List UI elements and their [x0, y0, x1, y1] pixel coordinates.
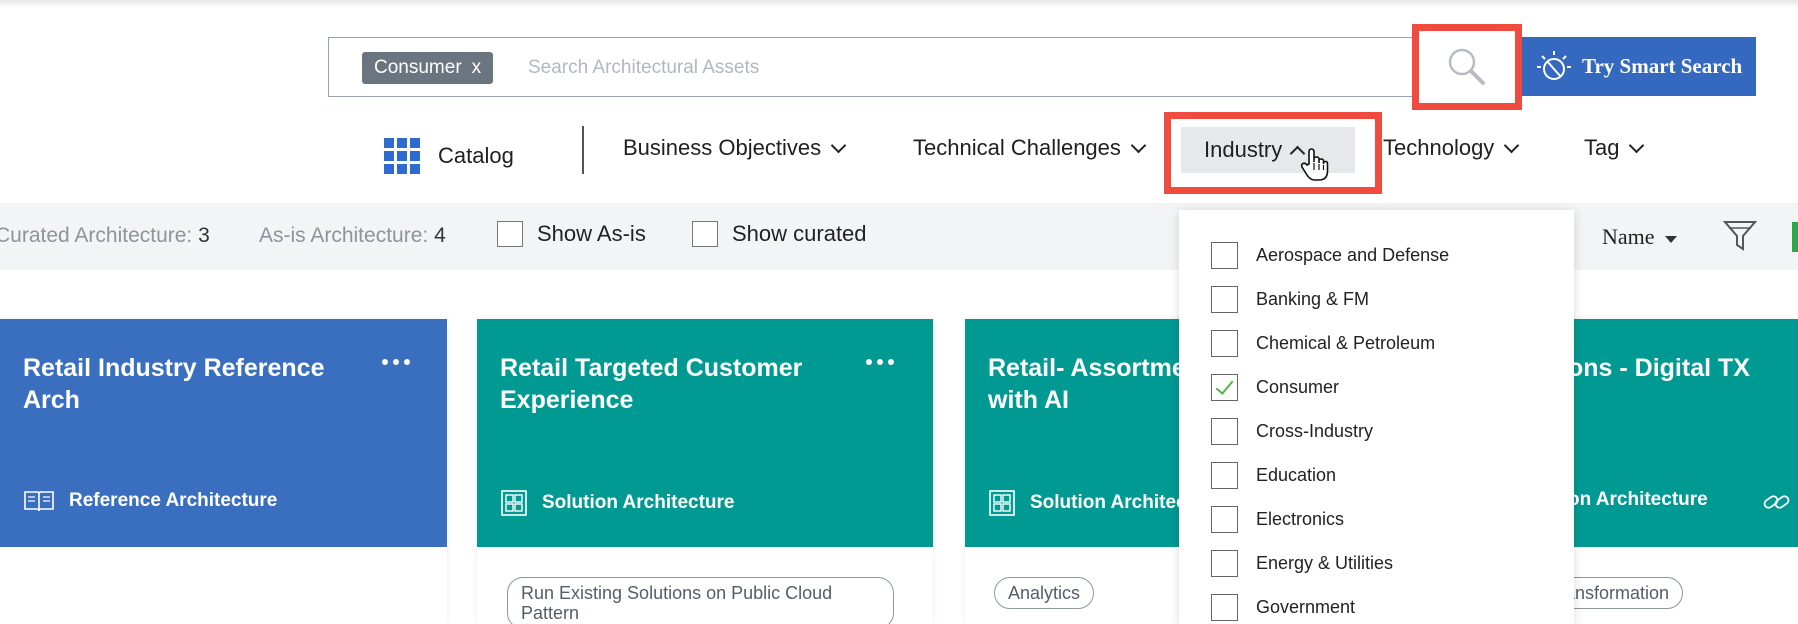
solution-icon	[989, 490, 1015, 516]
option-label: Electronics	[1256, 509, 1345, 529]
option-label: Government	[1256, 597, 1356, 617]
nav-tag[interactable]: Tag	[1584, 133, 1645, 163]
nav-label: Industry	[1204, 137, 1283, 162]
watson-icon	[1537, 50, 1571, 80]
show-curated-label: Show curated	[732, 221, 867, 246]
industry-highlight: Industry	[1164, 112, 1382, 194]
solution-icon	[501, 490, 527, 516]
nav-business-objectives[interactable]: Business Objectives	[623, 133, 847, 163]
nav-label: Technology	[1383, 135, 1495, 160]
card-retail-industry-reference[interactable]: Retail Industry Reference Arch Reference…	[0, 319, 447, 547]
green-indicator	[1792, 222, 1798, 252]
checkbox[interactable]	[1211, 506, 1238, 533]
checkbox[interactable]	[1211, 550, 1238, 577]
curated-count: Curated Architecture: 3	[0, 224, 210, 248]
industry-dropdown: Aerospace and Defense Banking & FM Chemi…	[1179, 210, 1574, 624]
checkbox[interactable]	[1211, 242, 1238, 269]
option-label: Education	[1256, 465, 1337, 485]
industry-option[interactable]: Aerospace and Defense	[1211, 242, 1449, 269]
card-title: Retail- Assortme with AI	[988, 354, 1186, 414]
industry-option[interactable]: Energy & Utilities	[1211, 550, 1393, 577]
chevron-down-icon	[1504, 137, 1520, 153]
sort-dropdown[interactable]: Name	[1602, 224, 1677, 250]
show-asis-checkbox[interactable]: Show As-is	[497, 221, 646, 247]
card-type: on Architecture	[1568, 489, 1708, 511]
nav-label: Technical Challenges	[913, 135, 1121, 160]
show-curated-checkbox[interactable]: Show curated	[692, 221, 867, 247]
nav-label: Business Objectives	[623, 135, 822, 160]
checkbox[interactable]	[1211, 418, 1238, 445]
card-title: ons - Digital TX	[1568, 354, 1750, 382]
checkbox[interactable]	[692, 221, 718, 247]
nav-technical-challenges[interactable]: Technical Challenges	[913, 133, 1147, 163]
industry-option[interactable]: Cross-Industry	[1211, 418, 1373, 445]
catalog-label: Catalog	[438, 143, 514, 168]
checkbox[interactable]	[497, 221, 523, 247]
option-label: Banking & FM	[1256, 289, 1370, 309]
industry-option[interactable]: Government	[1211, 594, 1355, 621]
option-label: Aerospace and Defense	[1256, 245, 1450, 265]
checkbox-checked[interactable]	[1211, 374, 1238, 401]
link-icon[interactable]	[1762, 489, 1792, 515]
smart-search-label: Try Smart Search	[1582, 54, 1743, 78]
filter-chip-consumer[interactable]: Consumer x	[362, 52, 494, 84]
nav-label: Tag	[1584, 135, 1620, 160]
chevron-down-icon	[1629, 137, 1645, 153]
more-options-icon[interactable]	[866, 359, 894, 365]
card-tag[interactable]: Analytics	[994, 577, 1095, 609]
card-type-label: Reference Architecture	[69, 490, 278, 511]
curated-value: 3	[198, 224, 210, 247]
card-tag[interactable]: Run Existing Solutions on Public Cloud P…	[507, 577, 894, 624]
option-label: Consumer	[1256, 377, 1340, 397]
industry-option[interactable]: Electronics	[1211, 506, 1344, 533]
search-button[interactable]	[1412, 24, 1522, 110]
catalog-nav[interactable]: Catalog	[384, 138, 514, 174]
card-title: Retail Industry Reference Arch	[23, 354, 325, 414]
filter-icon[interactable]	[1723, 219, 1757, 253]
caret-down-icon	[1664, 235, 1677, 243]
chip-remove-icon[interactable]: x	[472, 52, 482, 84]
nav-divider	[582, 126, 584, 174]
nav-technology[interactable]: Technology	[1383, 133, 1520, 163]
option-label: Energy & Utilities	[1256, 553, 1394, 573]
grid-icon	[384, 138, 420, 174]
asis-count: As-is Architecture: 4	[259, 224, 446, 248]
show-asis-label: Show As-is	[537, 221, 646, 246]
search-bar: Consumer x	[328, 37, 1500, 97]
checkbox[interactable]	[1211, 286, 1238, 313]
card-title: Retail Targeted Customer Experience	[500, 354, 803, 414]
search-input[interactable]	[528, 52, 1328, 84]
card-type: Solution Architecture	[500, 489, 734, 517]
card-type-label: on Architecture	[1568, 489, 1708, 510]
chevron-down-icon	[1130, 137, 1147, 153]
hand-cursor-icon	[1300, 148, 1329, 181]
chevron-down-icon	[830, 137, 847, 153]
industry-option[interactable]: Education	[1211, 462, 1336, 489]
book-icon	[24, 491, 54, 512]
card-retail-targeted-customer[interactable]: Retail Targeted Customer Experience Solu…	[477, 319, 933, 547]
asis-label: As-is Architecture:	[259, 224, 435, 247]
checkbox[interactable]	[1211, 462, 1238, 489]
option-label: Cross-Industry	[1256, 421, 1374, 441]
try-smart-search-button[interactable]: Try Smart Search	[1522, 37, 1756, 96]
check-icon	[1215, 376, 1234, 395]
industry-option[interactable]: Banking & FM	[1211, 286, 1369, 313]
top-shadow	[0, 0, 1798, 8]
filter-chip-label: Consumer	[374, 57, 462, 78]
checkbox[interactable]	[1211, 330, 1238, 357]
industry-option[interactable]: Chemical & Petroleum	[1211, 330, 1435, 357]
card-type-label: Solution Architecture	[542, 492, 735, 513]
more-options-icon[interactable]	[382, 359, 410, 365]
search-icon	[1448, 48, 1485, 85]
asis-value: 4	[434, 224, 446, 247]
card-type: Reference Architecture	[23, 489, 277, 513]
sort-value: Name	[1602, 224, 1655, 249]
checkbox[interactable]	[1211, 594, 1238, 621]
curated-label: Curated Architecture:	[0, 224, 199, 247]
industry-option[interactable]: Consumer	[1211, 374, 1339, 401]
option-label: Chemical & Petroleum	[1256, 333, 1436, 353]
